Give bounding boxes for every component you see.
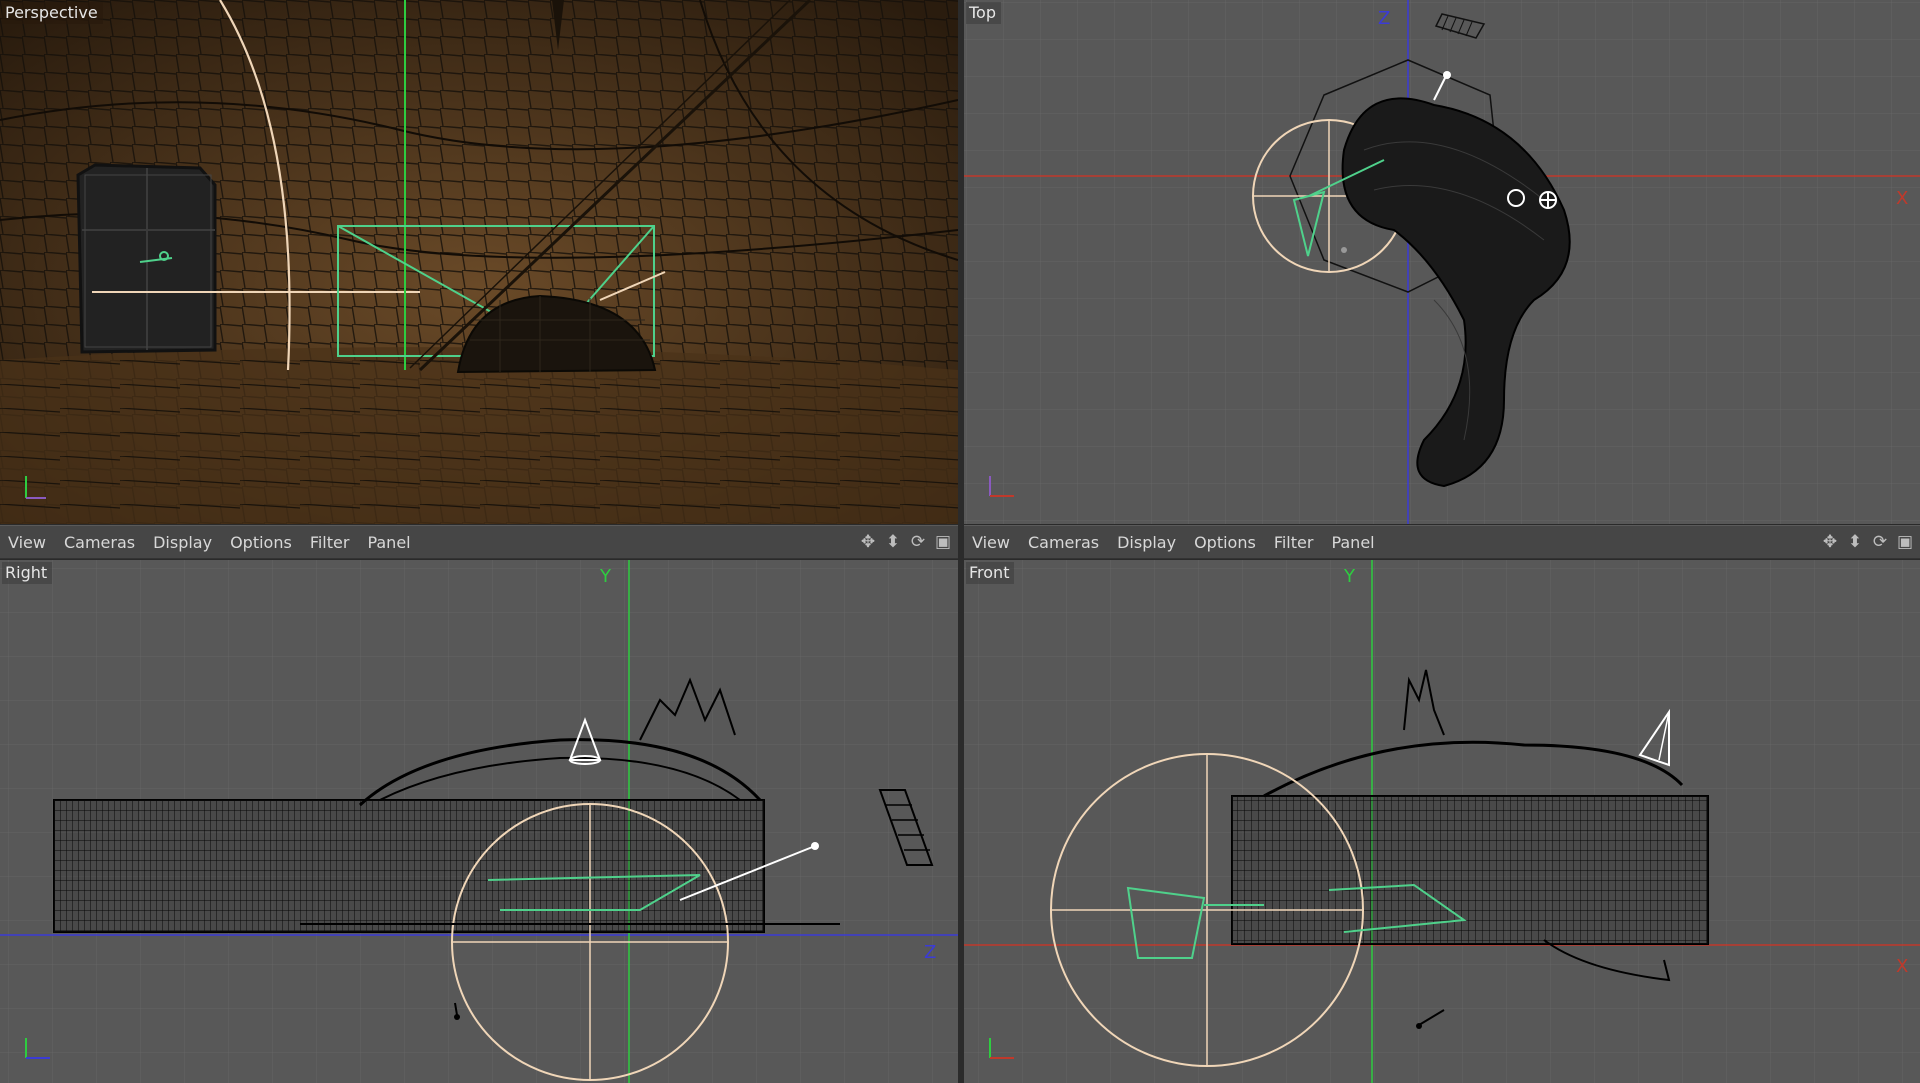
menu-panel[interactable]: Panel [1323,533,1384,552]
dolly-view-icon[interactable]: ⬍ [1846,533,1864,551]
menu-view[interactable]: View [964,533,1020,552]
top-scene[interactable]: Z X [964,0,1920,524]
top-viewport[interactable]: Top Z X [964,0,1920,524]
rotate-view-icon[interactable]: ⟳ [1871,533,1889,551]
right-scene[interactable]: Y Z [0,560,958,1083]
viewport-label[interactable]: Perspective [2,2,103,24]
maximize-view-icon[interactable]: ▣ [934,533,952,551]
move-view-icon[interactable]: ✥ [859,533,877,551]
viewport-splitter[interactable] [958,0,964,1083]
perspective-viewport[interactable]: Perspective [0,0,958,524]
menu-panel[interactable]: Panel [359,533,420,552]
menu-filter[interactable]: Filter [302,533,360,552]
menu-display[interactable]: Display [1109,533,1186,552]
menu-options[interactable]: Options [222,533,302,552]
rotate-view-icon[interactable]: ⟳ [909,533,927,551]
menu-display[interactable]: Display [145,533,222,552]
dolly-view-icon[interactable]: ⬍ [884,533,902,551]
axis-label-x: X [1896,188,1908,209]
menu-cameras[interactable]: Cameras [1020,533,1109,552]
right-viewport[interactable]: Right Y Z [0,560,958,1083]
maximize-view-icon[interactable]: ▣ [1896,533,1914,551]
front-scene[interactable]: Y X [964,560,1920,1083]
axis-label-z: Z [1378,8,1390,29]
perspective-scene[interactable] [0,0,958,524]
viewport-menubar-bottom-left: View Cameras Display Options Filter Pane… [0,525,958,559]
viewport-label[interactable]: Top [966,2,1001,24]
menu-filter[interactable]: Filter [1266,533,1324,552]
viewport-label[interactable]: Front [966,562,1015,584]
menu-options[interactable]: Options [1186,533,1266,552]
menu-view[interactable]: View [0,533,56,552]
front-viewport[interactable]: Front Y X [964,560,1920,1083]
axis-label-y: Y [599,566,612,587]
menu-cameras[interactable]: Cameras [56,533,145,552]
move-view-icon[interactable]: ✥ [1821,533,1839,551]
viewport-label[interactable]: Right [2,562,53,584]
axis-label-y: Y [1343,566,1356,587]
axis-label-x: X [1896,956,1908,977]
viewport-menubar-bottom-right: View Cameras Display Options Filter Pane… [964,525,1920,559]
axis-label-z: Z [924,942,936,963]
